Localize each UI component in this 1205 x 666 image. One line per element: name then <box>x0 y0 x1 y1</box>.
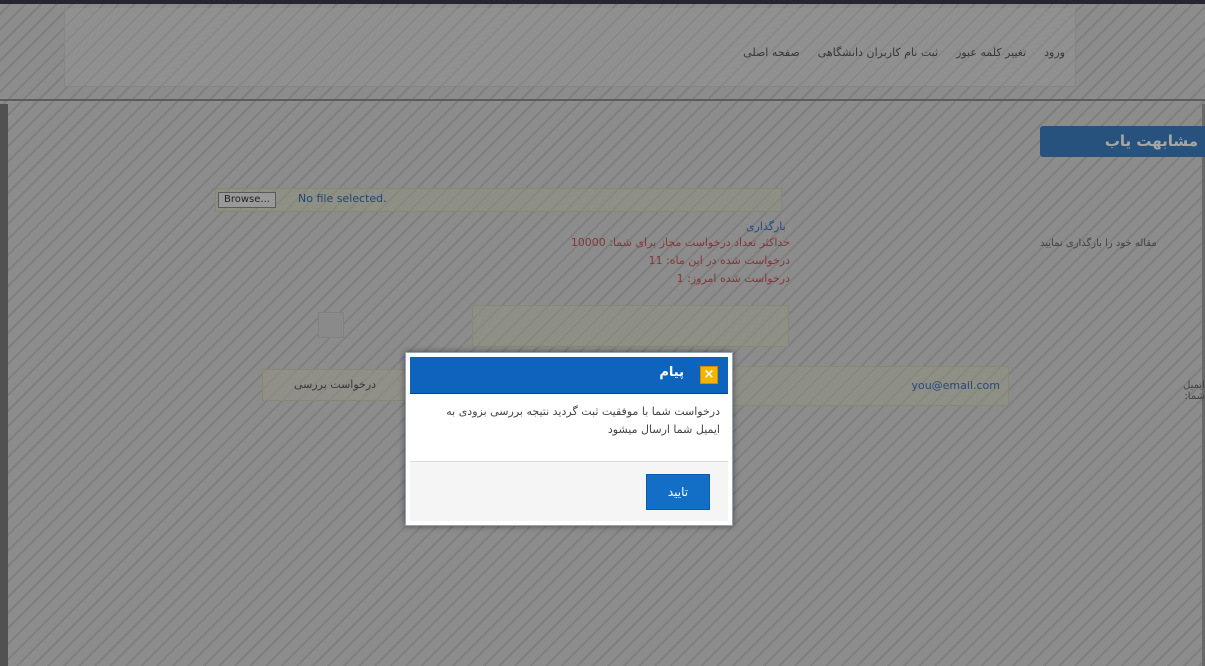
close-icon[interactable]: × <box>700 366 718 384</box>
dialog-header: پیام × <box>410 357 728 394</box>
modal-overlay <box>0 0 1205 666</box>
confirm-button[interactable]: تایید <box>646 474 710 510</box>
dialog-message: درخواست شما با موفقیت ثبت گردید نتیجه بر… <box>446 405 720 436</box>
dialog-title: پیام <box>659 365 684 380</box>
dialog-body: درخواست شما با موفقیت ثبت گردید نتیجه بر… <box>410 397 728 457</box>
dialog-footer: تایید <box>410 462 728 521</box>
message-dialog: پیام × درخواست شما با موفقیت ثبت گردید ن… <box>405 352 733 526</box>
